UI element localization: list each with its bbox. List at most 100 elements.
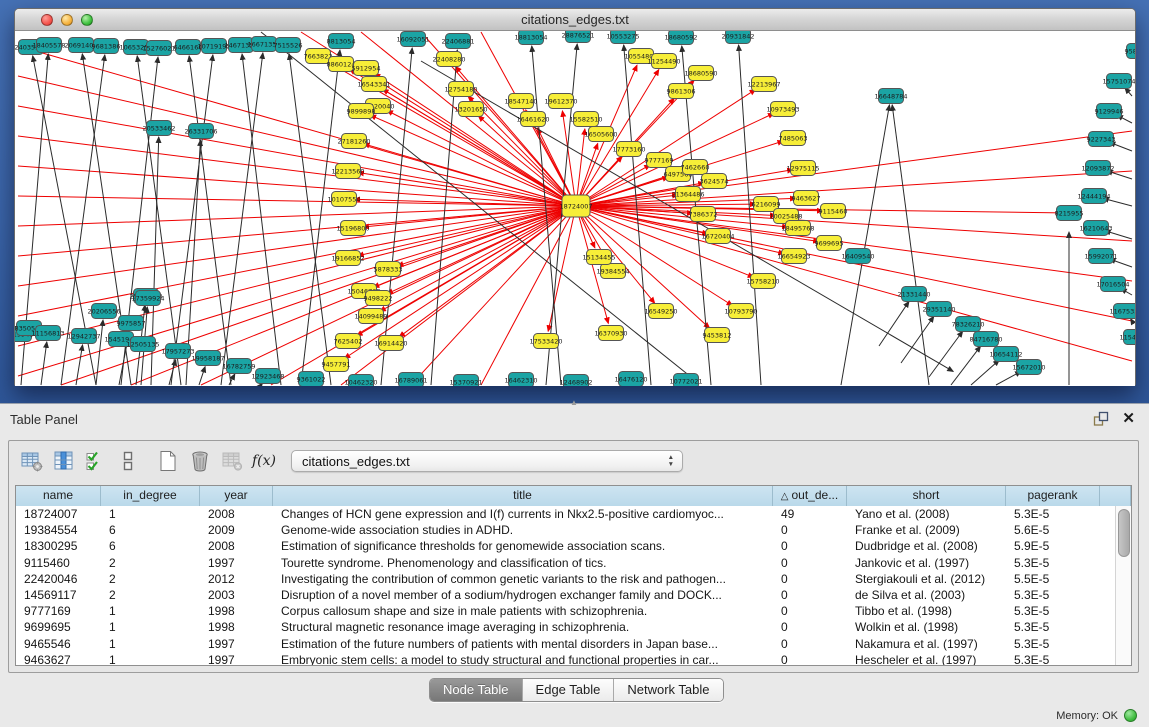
network-canvas[interactable]: 2403557218405578206914069681386106532571… xyxy=(15,31,1135,386)
graph-node-label: 21364486 xyxy=(671,190,704,198)
tab-node-table[interactable]: Node Table xyxy=(430,679,523,701)
new-document-icon[interactable] xyxy=(155,448,181,474)
cell-short: Dudbridge et al. (2008) xyxy=(847,538,1006,554)
graph-node-label: 16409540 xyxy=(841,252,874,260)
cell-short: Jankovic et al. (1997) xyxy=(847,555,1006,571)
graph-node-label: 18495768 xyxy=(781,224,814,232)
graph-node-label: 9861306 xyxy=(667,87,696,95)
graph-node-label: 9463627 xyxy=(792,194,821,202)
graph-node-label: 10462320 xyxy=(344,378,377,386)
function-builder-icon[interactable]: f(x) xyxy=(251,448,277,474)
graph-node-label: 15276021 xyxy=(142,44,175,52)
vertical-scrollbar[interactable] xyxy=(1115,506,1131,665)
cell-in-degree: 2 xyxy=(101,571,200,587)
cell-short: Nakamura et al. (1997) xyxy=(847,636,1006,652)
table-row[interactable]: 1456911722003Disruption of a novel membe… xyxy=(16,587,1116,603)
graph-node-label: 5878333 xyxy=(374,265,403,273)
citation-edge-black xyxy=(951,346,981,385)
memory-status-indicator[interactable] xyxy=(1124,709,1137,722)
table-row[interactable]: 1872400712008Changes of HCN gene express… xyxy=(16,506,1116,522)
citation-edge-black xyxy=(892,105,929,385)
graph-node-label: 12468902 xyxy=(559,378,592,386)
scrollbar-thumb[interactable] xyxy=(1118,509,1130,557)
graph-node-label: 8215955 xyxy=(1055,209,1084,217)
graph-node-label: 22406881 xyxy=(441,37,474,45)
column-header-short[interactable]: short xyxy=(847,486,1006,506)
table-row[interactable]: 1830029562008Estimation of significance … xyxy=(16,538,1116,554)
citation-edge-red xyxy=(370,115,576,206)
table-row[interactable]: 2242004622012Investigating the contribut… xyxy=(16,571,1116,587)
table-row[interactable]: 946362711997Embryonic stem cells: a mode… xyxy=(16,652,1116,665)
graph-node-label: 8813054 xyxy=(327,37,356,45)
graph-node-label: 17359924 xyxy=(131,294,164,302)
table-row[interactable]: 969969511998Structural magnetic resonanc… xyxy=(16,619,1116,635)
column-header-name[interactable]: name xyxy=(16,486,101,506)
graph-node-label: 9777169 xyxy=(645,156,674,164)
status-bar: Memory: OK xyxy=(1056,709,1137,722)
column-header-year[interactable]: year xyxy=(200,486,273,506)
citation-edge-black xyxy=(971,360,999,385)
graph-node-label: 16648784 xyxy=(874,92,907,100)
graph-node-label: 29351140 xyxy=(922,305,955,313)
tab-edge-table[interactable]: Edge Table xyxy=(523,679,615,701)
graph-node-label: 12942737 xyxy=(67,332,100,340)
cell-pagerank: 5.3E-5 xyxy=(1006,506,1100,522)
table-settings-icon[interactable] xyxy=(19,448,45,474)
column-header-title[interactable]: title xyxy=(273,486,773,506)
close-panel-icon[interactable]: ✕ xyxy=(1122,409,1135,427)
citation-edge-black xyxy=(169,360,176,385)
panel-splitter-handle[interactable]: ▲ xyxy=(568,400,580,406)
graph-node-label: 15672010 xyxy=(1012,363,1045,371)
graph-node-label: 20931842 xyxy=(721,32,754,40)
column-header-out-de-[interactable]: △out_de... xyxy=(773,486,847,506)
cell-pagerank: 5.3E-5 xyxy=(1006,619,1100,635)
table-row[interactable]: 1938455462009Genome-wide association stu… xyxy=(16,522,1116,538)
cell-pagerank: 5.3E-5 xyxy=(1006,652,1100,665)
citation-edge-red xyxy=(576,206,1132,361)
column-header-filler xyxy=(1100,486,1131,506)
graph-node-label: 18813054 xyxy=(514,33,547,41)
cell-out-de-: 0 xyxy=(773,603,847,619)
table-body: 1872400712008Changes of HCN gene express… xyxy=(16,506,1116,665)
float-panel-icon[interactable] xyxy=(1093,411,1109,427)
cell-title: Changes of HCN gene expression and I(f) … xyxy=(273,506,773,522)
tab-network-table[interactable]: Network Table xyxy=(614,679,722,701)
cell-title: Genome-wide association studies in ADHD. xyxy=(273,522,773,538)
graph-node-label: 11675333 xyxy=(1109,307,1135,315)
cell-name: 14569117 xyxy=(16,587,101,603)
graph-node-label: 18680590 xyxy=(684,69,717,77)
citation-edge-black xyxy=(289,54,331,385)
graph-node-label: 16720404 xyxy=(701,232,734,240)
citation-edge-black xyxy=(901,316,934,363)
graph-node-label: 9581435 xyxy=(1125,47,1135,55)
table-header-row: namein_degreeyeartitle△out_de...shortpag… xyxy=(16,486,1131,507)
cell-in-degree: 2 xyxy=(101,555,200,571)
citation-edge-black xyxy=(242,54,281,385)
graph-node-label: 9115460 xyxy=(819,207,848,215)
cell-title: Corpus callosum shape and size in male p… xyxy=(273,603,773,619)
cell-title: Disruption of a novel member of a sodium… xyxy=(273,587,773,603)
select-all-checks-icon[interactable] xyxy=(83,448,109,474)
trash-icon[interactable] xyxy=(187,448,213,474)
graph-node-label: 10973493 xyxy=(766,105,799,113)
citation-edge-red xyxy=(576,171,1132,206)
table-row[interactable]: 946554611997Estimation of the future num… xyxy=(16,636,1116,652)
column-header-pagerank[interactable]: pagerank xyxy=(1006,486,1100,506)
window-titlebar[interactable]: citations_edges.txt xyxy=(15,9,1135,31)
column-header-in-degree[interactable]: in_degree xyxy=(101,486,200,506)
graph-node-label: 12213967 xyxy=(747,80,780,88)
graph-node-label: 16092051 xyxy=(396,35,429,43)
citation-edge-red xyxy=(18,196,576,206)
table-row[interactable]: 977716911998Corpus callosum shape and si… xyxy=(16,603,1116,619)
graph-node-label: 10793790 xyxy=(724,307,757,315)
graph-node-label: 15370921 xyxy=(449,378,482,386)
table-select-dropdown[interactable]: citations_edges.txt ▲▼ xyxy=(291,450,683,472)
graph-node-label: 17016504 xyxy=(1096,280,1129,288)
select-column-icon[interactable] xyxy=(51,448,77,474)
cell-in-degree: 1 xyxy=(101,506,200,522)
rows-icon[interactable] xyxy=(115,448,141,474)
graph-node-label: 16782759 xyxy=(222,362,255,370)
table-row[interactable]: 911546021997Tourette syndrome. Phenomeno… xyxy=(16,555,1116,571)
graph-node-label: 15751074 xyxy=(1102,77,1135,85)
table-toolbar: f(x) citations_edges.txt ▲▼ xyxy=(9,441,1138,481)
